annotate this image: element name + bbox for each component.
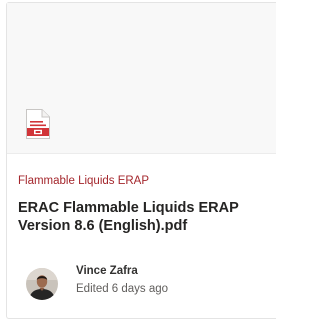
author-name[interactable]: Vince Zafra	[76, 265, 138, 277]
pdf-file-icon	[26, 109, 50, 139]
user-avatar-photo-icon	[26, 268, 58, 300]
edited-timestamp: Edited 6 days ago	[76, 283, 169, 295]
site-name-link[interactable]: Flammable Liquids ERAP	[18, 175, 149, 187]
file-name[interactable]: ERAC Flammable Liquids ERAP Version 8.6 …	[18, 199, 270, 235]
file-card[interactable]: Flammable Liquids ERAP ERAC Flammable Li…	[6, 2, 276, 319]
author-avatar	[26, 268, 58, 300]
file-preview[interactable]	[7, 3, 276, 154]
